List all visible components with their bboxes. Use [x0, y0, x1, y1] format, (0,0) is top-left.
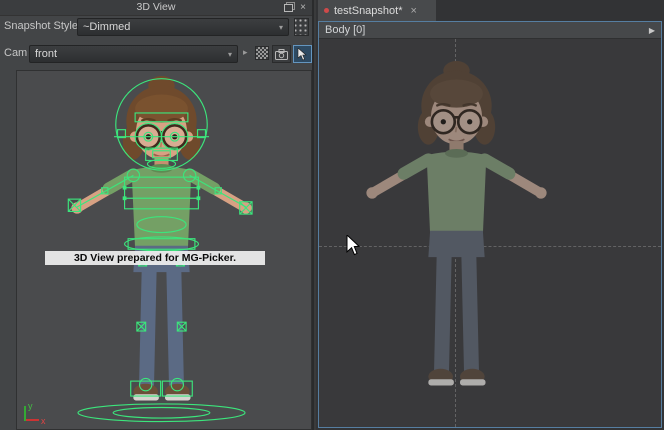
modified-dot-icon — [324, 8, 329, 13]
tab-label: testSnapshot* — [334, 5, 403, 17]
chevron-down-icon: ▾ — [228, 50, 232, 59]
dither-pattern-icon[interactable] — [255, 46, 269, 60]
chevron-right-icon[interactable]: ▸ — [243, 47, 248, 58]
camera-row: Cam front ▾ ▸ — [0, 42, 312, 66]
select-tool-button[interactable] — [293, 45, 312, 63]
chevron-down-icon: ▾ — [279, 23, 283, 32]
axis-indicator: x y — [21, 395, 55, 425]
app-window: 3D View × Snapshot Style ~Dimmed ▾ Cam f… — [0, 0, 664, 430]
axis-y-line — [24, 406, 26, 421]
axis-x-label: x — [41, 416, 46, 426]
3d-viewport[interactable]: 3D View prepared for MG-Picker. x y — [16, 70, 312, 430]
tab-bar: testSnapshot* × — [316, 0, 664, 21]
panel-titlebar[interactable]: 3D View × — [0, 0, 312, 16]
snapshot-viewport[interactable] — [319, 39, 661, 427]
tab-testsnapshot[interactable]: testSnapshot* × — [318, 0, 436, 21]
snapshot-style-value: ~Dimmed — [83, 21, 130, 33]
axis-y-label: y — [28, 401, 33, 411]
close-icon[interactable]: × — [296, 1, 310, 14]
camera-dropdown[interactable]: front ▾ — [29, 45, 238, 63]
mouse-cursor — [346, 235, 360, 256]
snapshot-character-image — [351, 60, 562, 412]
snapshot-style-label: Snapshot Style — [4, 20, 78, 32]
viewport-message: 3D View prepared for MG-Picker. — [45, 251, 265, 265]
camera-icon — [275, 49, 288, 60]
cam-label: Cam — [4, 47, 27, 59]
panel-title: 3D View — [0, 1, 312, 13]
grip-button[interactable] — [294, 18, 309, 36]
axis-x-line — [24, 419, 39, 421]
select-arrow-icon — [297, 48, 309, 61]
tab-close-icon[interactable]: × — [411, 5, 417, 17]
3d-view-panel: 3D View × Snapshot Style ~Dimmed ▾ Cam f… — [0, 0, 314, 430]
snapshot-style-dropdown[interactable]: ~Dimmed ▾ — [77, 18, 289, 36]
restore-icon[interactable] — [281, 1, 295, 14]
camera-snapshot-button[interactable] — [272, 45, 291, 63]
picker-area: testSnapshot* × Body [0] ▶ — [316, 0, 664, 430]
body-group-label: Body [0] — [325, 24, 365, 36]
body-group-header[interactable]: Body [0] ▶ — [319, 22, 661, 39]
picker-panel: Body [0] ▶ — [318, 21, 662, 428]
camera-value: front — [35, 48, 57, 60]
snapshot-style-row: Snapshot Style ~Dimmed ▾ — [0, 15, 312, 39]
expand-icon[interactable]: ▶ — [649, 26, 655, 35]
